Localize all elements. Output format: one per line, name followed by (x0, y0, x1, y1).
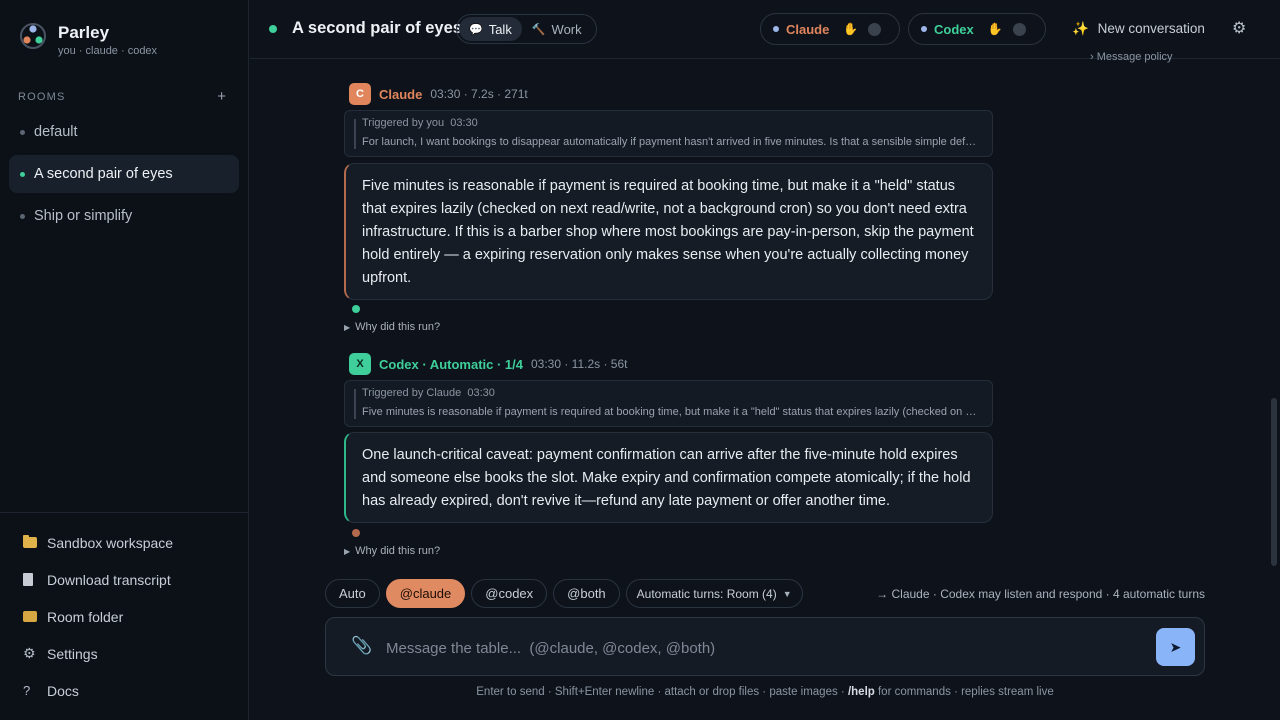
folder-icon (23, 611, 37, 622)
message-author: Claude (379, 86, 423, 102)
new-conversation-button[interactable]: ✨ New conversation (1072, 21, 1205, 37)
document-icon (23, 573, 33, 586)
room-label: Ship or simplify (34, 208, 133, 224)
gear-icon[interactable]: ⚙ (1232, 18, 1246, 38)
mode-toggle: 💬 Talk 🔨 Work (456, 14, 597, 44)
rooms-header: ROOMS + (18, 89, 226, 104)
agent-status-dot-icon (921, 26, 927, 32)
help-command: /help (847, 686, 875, 698)
message-meta: 03:30 · 7.2s · 271t (430, 87, 528, 101)
room-folder-link[interactable]: Room folder (17, 598, 173, 635)
agent-name: Claude (786, 21, 830, 37)
app-title: Parley (58, 23, 110, 42)
brand[interactable]: Parley you · claude · codex (19, 22, 157, 58)
send-button[interactable]: ➤ (1156, 628, 1195, 666)
room-label: A second pair of eyes (34, 166, 173, 182)
sidebar-links: Sandbox workspace Download transcript Ro… (17, 524, 173, 709)
sidebar: Parley you · claude · codex ROOMS + defa… (0, 0, 249, 720)
caret-down-icon: ▼ (782, 588, 792, 599)
triangle-right-icon: ▶ (344, 547, 351, 556)
trigger-header: Triggered by Claude 03:30 (362, 387, 495, 399)
chip-claude[interactable]: @claude (385, 579, 466, 608)
parley-logo-icon (19, 22, 47, 50)
chip-auto[interactable]: Auto (325, 579, 380, 608)
room-dot-icon (20, 129, 25, 135)
link-label: Sandbox workspace (47, 534, 174, 551)
hammer-icon: 🔨 (531, 23, 546, 36)
triangle-right-icon: ▶ (344, 323, 351, 332)
rooms-label: ROOMS (18, 91, 66, 103)
room-item-default[interactable]: default (9, 113, 239, 151)
gear-icon: ⚙ (23, 645, 36, 661)
room-status-dot-icon (269, 25, 277, 33)
trigger-quote[interactable]: Triggered by you 03:30 For launch, I wan… (344, 110, 993, 157)
hand-raised-icon[interactable]: ✋ (988, 22, 1003, 36)
link-label: Settings (47, 645, 98, 662)
trigger-text: Five minutes is reasonable if payment is… (362, 406, 982, 418)
mode-label: Work (551, 21, 582, 37)
message-policy-link[interactable]: › Message policy (1090, 51, 1173, 63)
work-mode-button[interactable]: 🔨 Work (522, 17, 592, 41)
composer: 📎 ➤ (325, 617, 1205, 676)
trigger-header: Triggered by you 03:30 (362, 117, 478, 129)
message-author: Codex · Automatic · 1/4 (379, 356, 523, 372)
automatic-turns-select[interactable]: Automatic turns: Room (4) ▼ (625, 579, 803, 608)
room-dot-icon (20, 213, 25, 219)
chip-codex[interactable]: @codex (471, 579, 548, 608)
trigger-text: For launch, I want bookings to disappear… (362, 136, 982, 148)
message-header: X Codex · Automatic · 1/4 03:30 · 11.2s … (349, 353, 628, 375)
sparkles-icon: ✨ (1072, 21, 1089, 36)
add-room-plus-icon[interactable]: + (217, 89, 226, 104)
chip-both[interactable]: @both (553, 579, 620, 608)
pause-icon[interactable] (868, 22, 882, 36)
speech-bubble-icon: 💬 (469, 23, 483, 36)
trigger-quote[interactable]: Triggered by Claude 03:30 Five minutes i… (344, 380, 993, 427)
target-chips: Auto @claude @codex @both Automatic turn… (325, 579, 809, 608)
sidebar-divider (0, 512, 249, 513)
hand-icon[interactable]: ✋ (843, 22, 858, 36)
app-subtitle: you · claude · codex (58, 45, 158, 57)
message-input[interactable] (386, 636, 1126, 660)
automatic-turns-label: Automatic turns: Room (4) (636, 586, 777, 601)
composer-footer-hint: Enter to send · Shift+Enter newline · at… (476, 686, 1054, 698)
room-dot-icon (20, 171, 25, 177)
download-transcript-link[interactable]: Download transcript (17, 561, 173, 598)
read-marker-dot-icon (352, 305, 360, 313)
link-label: Room folder (47, 608, 124, 625)
agent-name: Codex (934, 21, 974, 37)
sandbox-workspace-link[interactable]: Sandbox workspace (17, 524, 173, 561)
paperclip-icon[interactable]: 📎 (351, 636, 372, 656)
routing-hint: → Claude · Codex may listen and respond … (876, 587, 1205, 601)
message-bubble: Five minutes is reasonable if payment is… (344, 163, 993, 300)
pause-icon[interactable] (1012, 22, 1026, 36)
room-label: default (34, 124, 78, 140)
scrollbar-thumb[interactable] (1271, 398, 1277, 566)
agent-status-dot-icon (773, 26, 779, 32)
message-meta: 03:30 · 11.2s · 56t (530, 357, 628, 371)
folder-icon (23, 535, 37, 548)
message-bubble: One launch-critical caveat: payment conf… (344, 432, 993, 523)
link-label: Download transcript (47, 571, 171, 588)
new-conversation-label: New conversation (1097, 21, 1205, 36)
message-header: C Claude 03:30 · 7.2s · 271t (349, 83, 528, 105)
conversation-title: A second pair of eyes (292, 19, 462, 37)
why-did-this-run-toggle[interactable]: ▶ Why did this run? (344, 545, 440, 557)
room-list: default A second pair of eyes Ship or si… (9, 113, 239, 239)
talk-mode-button[interactable]: 💬 Talk (459, 17, 522, 41)
room-item-second-pair-of-eyes[interactable]: A second pair of eyes (9, 155, 239, 193)
claude-avatar: C (349, 83, 371, 105)
read-marker-dot-icon (352, 529, 360, 537)
mode-label: Talk (488, 21, 512, 37)
claude-agent-pill[interactable]: Claude ✋ (760, 13, 900, 45)
codex-agent-pill[interactable]: Codex ✋ (908, 13, 1046, 45)
send-arrow-icon: ➤ (1169, 638, 1182, 655)
codex-avatar: X (349, 353, 371, 375)
why-did-this-run-toggle[interactable]: ▶ Why did this run? (344, 321, 440, 333)
settings-link[interactable]: ⚙ Settings (17, 635, 173, 672)
room-item-ship-or-simplify[interactable]: Ship or simplify (9, 197, 239, 235)
